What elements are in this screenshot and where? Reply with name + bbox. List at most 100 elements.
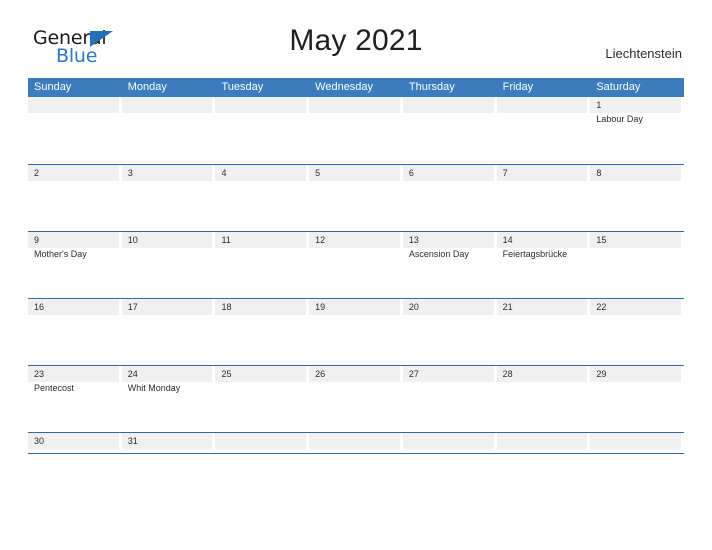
day-of-week-header-tuesday: Tuesday	[221, 81, 264, 93]
day-number: 25	[221, 369, 232, 379]
holiday-event-label: Whit Monday	[127, 383, 181, 393]
calendar-day-cell-25[interactable]: 25	[215, 366, 310, 432]
day-number-band	[215, 433, 307, 449]
calendar-day-cell-2[interactable]: 2	[28, 165, 122, 231]
calendar-day-cell-22[interactable]: 22	[590, 299, 685, 365]
calendar-day-cell-empty	[402, 97, 497, 164]
day-number-band	[215, 165, 307, 181]
day-number-band	[590, 165, 682, 181]
day-number: 17	[127, 302, 138, 312]
calendar-day-cell-26[interactable]: 26	[309, 366, 403, 432]
calendar-day-cell-7[interactable]: 7	[496, 165, 591, 231]
day-number-band	[28, 165, 119, 181]
region-label: Liechtenstein	[605, 46, 682, 61]
calendar-day-cell-3[interactable]: 3	[121, 165, 216, 231]
calendar-day-cell-27[interactable]: 27	[402, 366, 497, 432]
day-of-week-header-sunday: Sunday	[34, 81, 72, 93]
day-number: 15	[596, 235, 607, 245]
day-of-week-header-saturday: Saturday	[596, 81, 641, 93]
calendar-day-cell-12[interactable]: 12	[309, 232, 403, 298]
day-number: 24	[127, 369, 138, 379]
calendar-week-row: 16 17 18 19 20 21 22	[28, 298, 685, 365]
day-number-band	[309, 97, 400, 113]
calendar-day-cell-29[interactable]: 29	[590, 366, 685, 432]
calendar-day-cell-16[interactable]: 16	[28, 299, 122, 365]
calendar-day-cell-8[interactable]: 8	[590, 165, 685, 231]
calendar-day-cell-empty	[590, 433, 685, 453]
calendar-day-cell-14[interactable]: 14 Feiertagsbrücke	[496, 232, 591, 298]
day-number: 10	[127, 235, 138, 245]
day-of-week-header-friday: Friday	[502, 81, 534, 93]
day-number: 9	[34, 235, 40, 245]
day-events: Whit Monday	[128, 382, 213, 395]
day-number: 8	[596, 168, 602, 178]
calendar-day-cell-empty	[402, 433, 497, 453]
calendar-day-cell-21[interactable]: 21	[496, 299, 591, 365]
calendar-day-cell-4[interactable]: 4	[215, 165, 310, 231]
day-number: 13	[408, 235, 419, 245]
day-number: 6	[408, 168, 414, 178]
day-number: 27	[408, 369, 419, 379]
calendar-day-cell-11[interactable]: 11	[215, 232, 310, 298]
day-number-band	[309, 433, 400, 449]
day-number: 29	[596, 369, 607, 379]
calendar-day-cell-31[interactable]: 31	[121, 433, 216, 453]
day-events: Labour Day	[596, 113, 681, 126]
day-number-band	[121, 165, 213, 181]
day-number: 30	[34, 436, 45, 446]
day-number: 3	[127, 168, 133, 178]
day-number-band	[402, 433, 494, 449]
day-number: 28	[502, 369, 513, 379]
calendar-day-cell-19[interactable]: 19	[309, 299, 403, 365]
calendar-day-cell-6[interactable]: 6	[402, 165, 497, 231]
calendar-day-cell-empty	[121, 97, 216, 164]
day-number-band	[496, 165, 588, 181]
day-number: 31	[127, 436, 138, 446]
holiday-event-label: Labour Day	[596, 114, 643, 124]
calendar-day-cell-5[interactable]: 5	[309, 165, 403, 231]
day-events: Ascension Day	[409, 248, 494, 261]
calendar-day-cell-10[interactable]: 10	[121, 232, 216, 298]
day-number: 7	[502, 168, 508, 178]
calendar-grid: Sunday Monday Tuesday Wednesday Thursday Frid…	[28, 78, 685, 454]
calendar-day-cell-empty	[215, 97, 310, 164]
day-number: 4	[221, 168, 227, 178]
calendar-week-row: 23 Pentecost 24 Whit Monday 25 26 27 28 29	[28, 365, 685, 432]
calendar-weeks: 1 Labour Day 2 3 4 5 6 7 8 9 Mother's Day 10 11 12 13 A…	[28, 97, 685, 454]
calendar-day-cell-1[interactable]: 1 Labour Day	[590, 97, 685, 164]
calendar-day-cell-30[interactable]: 30	[28, 433, 122, 453]
day-number-band	[496, 97, 588, 113]
day-events: Mother's Day	[34, 248, 119, 261]
calendar-day-cell-20[interactable]: 20	[402, 299, 497, 365]
day-number: 2	[34, 168, 40, 178]
day-number: 22	[596, 302, 607, 312]
day-number-band	[28, 232, 119, 248]
calendar-day-cell-13[interactable]: 13 Ascension Day	[402, 232, 497, 298]
day-number-band	[590, 97, 682, 113]
calendar-day-cell-empty	[496, 97, 591, 164]
calendar-day-cell-28[interactable]: 28	[496, 366, 591, 432]
calendar-day-cell-empty	[309, 433, 403, 453]
calendar-day-cell-empty	[309, 97, 403, 164]
calendar-day-cell-15[interactable]: 15	[590, 232, 685, 298]
day-number-band	[215, 97, 307, 113]
calendar-day-cell-18[interactable]: 18	[215, 299, 310, 365]
day-of-week-header-thursday: Thursday	[408, 81, 455, 93]
day-number-band	[309, 165, 400, 181]
calendar-day-cell-23[interactable]: 23 Pentecost	[28, 366, 122, 432]
calendar-day-cell-17[interactable]: 17	[121, 299, 216, 365]
holiday-event-label: Mother's Day	[34, 249, 87, 259]
day-number: 14	[502, 235, 513, 245]
calendar-day-cell-24[interactable]: 24 Whit Monday	[121, 366, 216, 432]
day-number-band	[402, 97, 494, 113]
day-number: 11	[221, 235, 231, 245]
calendar-day-cell-9[interactable]: 9 Mother's Day	[28, 232, 122, 298]
day-number: 18	[221, 302, 232, 312]
holiday-event-label: Feiertagsbrücke	[502, 249, 568, 259]
day-number-band	[590, 433, 682, 449]
calendar-week-row: 30 31	[28, 432, 685, 454]
day-number-band	[402, 165, 494, 181]
day-of-week-header-monday: Monday	[127, 81, 167, 93]
day-number: 20	[408, 302, 419, 312]
day-number: 12	[315, 235, 326, 245]
